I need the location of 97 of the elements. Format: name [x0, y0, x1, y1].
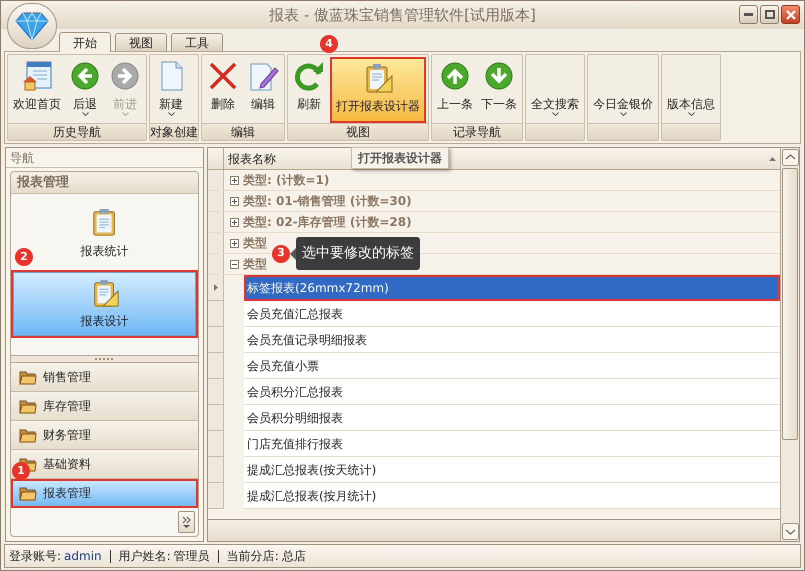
group-label-bar: 视图	[288, 123, 428, 140]
maximize-button[interactable]	[760, 5, 779, 24]
table-cell[interactable]: 标签报表(26mmx72mm)	[244, 275, 780, 301]
vertical-scrollbar[interactable]	[780, 148, 799, 541]
group-row-label: 类型	[243, 256, 267, 273]
table-cell[interactable]: 门店充值排行报表	[244, 431, 780, 457]
ribbon-button[interactable]: 删除	[204, 57, 242, 123]
group-label-bar: 历史导航	[8, 123, 146, 140]
nav-item[interactable]: 报表设计	[13, 272, 196, 336]
scroll-up-icon[interactable]	[782, 149, 798, 166]
expand-icon[interactable]	[230, 176, 239, 184]
ribbon-button[interactable]: 下一条	[478, 57, 520, 123]
folder-item[interactable]: 库存管理	[11, 392, 198, 422]
close-icon	[786, 10, 796, 20]
group-row-label: 类型: (计数=1)	[243, 172, 330, 189]
ribbon-button[interactable]: 编辑	[244, 57, 282, 123]
table-cell[interactable]: 会员充值记录明细报表	[244, 327, 780, 353]
scroll-thumb[interactable]	[782, 168, 798, 440]
row-selector[interactable]	[208, 212, 224, 232]
callout-pointer-icon	[290, 248, 296, 260]
group-row-label: 类型: 01-销售管理 (计数=30)	[243, 193, 412, 210]
table-cell[interactable]: 会员充值汇总报表	[244, 301, 780, 327]
row-selector[interactable]	[208, 301, 224, 327]
step-badge: 2	[15, 248, 33, 266]
step-badge: 4	[320, 35, 338, 53]
ribbon-button[interactable]: 上一条	[434, 57, 476, 123]
more-button[interactable]	[178, 511, 195, 534]
status-label: 登录账号:	[9, 548, 62, 565]
expand-icon[interactable]	[230, 238, 239, 248]
ribbon-button[interactable]: 版本信息	[664, 57, 718, 123]
row-selector[interactable]	[208, 353, 224, 379]
double-chevron-icon	[182, 516, 191, 528]
table-cell[interactable]: 会员积分汇总报表	[244, 379, 780, 405]
folder-icon	[19, 486, 37, 501]
row-selector[interactable]	[208, 170, 224, 190]
group-label-bar: 对象创建	[150, 123, 198, 140]
sort-arrow-icon	[769, 156, 776, 160]
ribbon-button[interactable]: 打开报表设计器	[330, 57, 426, 123]
webpage-house-icon	[21, 60, 53, 92]
folder-icon	[19, 370, 37, 385]
row-selector[interactable]	[208, 191, 224, 211]
status-value: admin	[64, 548, 102, 565]
row-selector[interactable]	[208, 327, 224, 353]
panel-title: 报表管理	[11, 172, 198, 194]
status-value: 管理员	[174, 548, 210, 565]
folder-icon	[19, 398, 37, 414]
panel-header: 导航	[6, 148, 203, 168]
folder-icon	[19, 428, 37, 443]
minimize-icon	[744, 13, 753, 16]
group-label-bar: 记录导航	[432, 123, 522, 140]
ribbon-button[interactable]: 全文搜索	[528, 57, 582, 123]
group-row-label: 类型	[243, 235, 267, 252]
scroll-down-icon[interactable]	[782, 523, 798, 540]
table-cell[interactable]: 提成汇总报表(按天统计)	[244, 457, 780, 483]
folder-item[interactable]: 销售管理	[11, 363, 198, 392]
status-value: 总店	[282, 548, 306, 565]
row-selector[interactable]	[208, 379, 224, 405]
folder-item[interactable]: 报表管理	[11, 479, 198, 508]
table-cell[interactable]: 提成汇总报表(按月统计)	[244, 483, 780, 509]
row-selector[interactable]	[208, 483, 224, 509]
status-label: 用户姓名:	[118, 548, 171, 565]
table-cell[interactable]: 会员积分明细报表	[244, 405, 780, 431]
callout: 选中要修改的标签	[296, 237, 420, 270]
maximize-icon	[764, 10, 774, 19]
minimize-button[interactable]	[739, 5, 758, 24]
table-cell[interactable]: 会员充值小票	[244, 353, 780, 379]
row-selector[interactable]	[208, 254, 224, 274]
column-header[interactable]: 报表名称	[228, 150, 276, 168]
ribbon-button[interactable]: 今日金银价	[590, 57, 656, 123]
group-row-label: 类型: 02-库存管理 (计数=28)	[243, 214, 412, 231]
ribbon-button[interactable]: 刷新	[290, 57, 328, 123]
row-selector[interactable]	[208, 457, 224, 483]
row-selector[interactable]	[208, 431, 224, 457]
diamond-icon	[14, 11, 50, 41]
status-label: 当前分店:	[226, 548, 279, 565]
ribbon-button[interactable]: 后退	[66, 57, 104, 123]
ribbon-tab[interactable]: 视图	[115, 33, 167, 51]
ribbon-tab[interactable]: 工具	[171, 33, 223, 51]
expand-icon[interactable]	[230, 218, 239, 226]
expand-icon[interactable]	[230, 196, 239, 206]
row-selector[interactable]	[208, 405, 224, 431]
collapse-icon[interactable]	[230, 260, 239, 268]
window-title: 报表 - 傲蓝珠宝销售管理软件[试用版本]	[269, 4, 536, 26]
ribbon-button[interactable]: 欢迎首页	[10, 57, 64, 123]
refresh-icon	[293, 60, 325, 92]
ribbon-tab[interactable]: 开始	[59, 32, 111, 52]
group-label-bar: 编辑	[202, 123, 284, 140]
splitter-grip-icon[interactable]	[94, 358, 114, 360]
row-selector[interactable]	[208, 275, 224, 301]
row-selector[interactable]	[208, 233, 224, 253]
cross-icon	[207, 60, 239, 92]
ribbon-button[interactable]: 新建	[152, 57, 190, 123]
tooltip: 打开报表设计器	[351, 147, 449, 169]
horizontal-scrollbar[interactable]	[208, 519, 780, 541]
folder-item[interactable]: 财务管理	[11, 421, 198, 450]
close-button[interactable]	[781, 5, 800, 24]
app-menu-button[interactable]	[7, 3, 57, 49]
